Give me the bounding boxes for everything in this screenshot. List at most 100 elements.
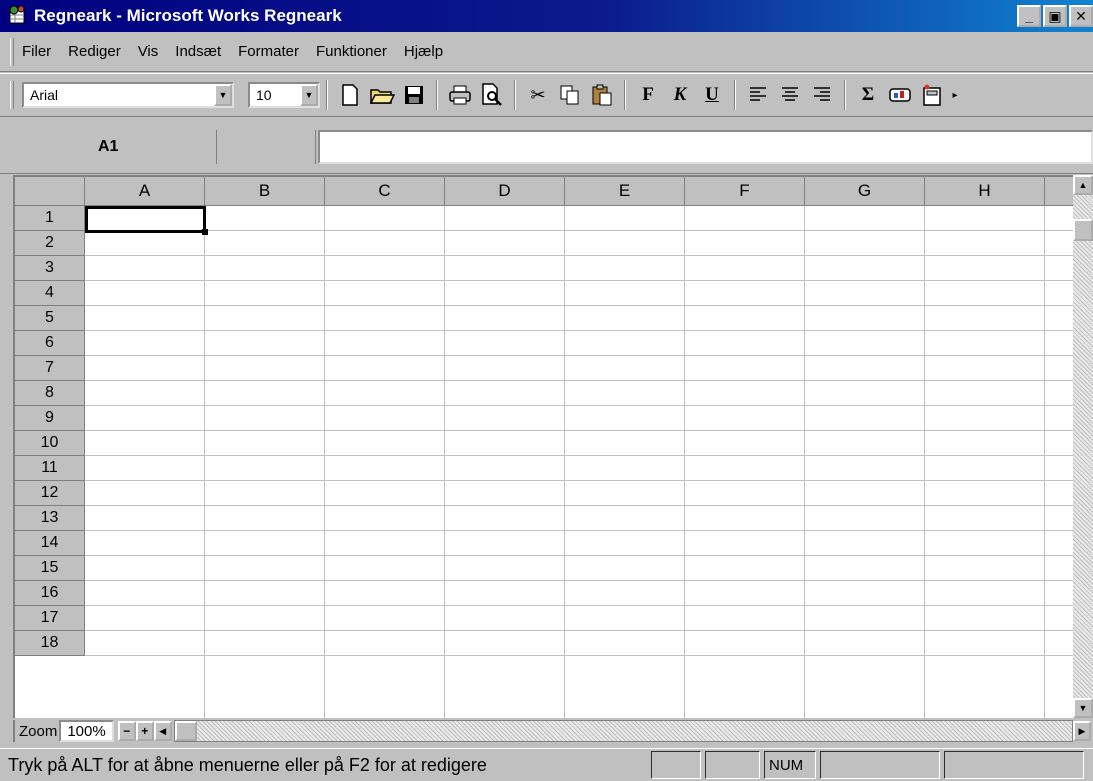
toolbar-grip[interactable]: [10, 81, 14, 109]
column-header-f[interactable]: F: [685, 177, 805, 206]
spreadsheet-grid[interactable]: A B C D E F G H 1 2 3 4 5 6 7 8 9 10 11 12 13 14 15 16 17 18: [13, 175, 1073, 718]
font-size-select[interactable]: 10 ▼: [248, 82, 320, 108]
autosum-button[interactable]: Σ: [854, 81, 882, 109]
formula-input[interactable]: [318, 130, 1093, 164]
row-header-18[interactable]: 18: [15, 631, 85, 656]
works-spreadsheet-icon[interactable]: [6, 5, 28, 27]
column-header-g[interactable]: G: [805, 177, 925, 206]
align-right-icon[interactable]: [808, 81, 836, 109]
menu-funktioner[interactable]: Funktioner: [316, 43, 387, 60]
horizontal-scrollbar[interactable]: [173, 720, 1073, 742]
title-bar[interactable]: Regneark - Microsoft Works Regneark _ ▣ …: [0, 0, 1093, 32]
chevron-down-icon[interactable]: ▼: [300, 84, 318, 106]
open-folder-icon[interactable]: [368, 81, 396, 109]
toolbar-separator: [436, 80, 438, 110]
column-header-d[interactable]: D: [445, 177, 565, 206]
italic-button[interactable]: K: [666, 81, 694, 109]
status-indicator-4: [944, 751, 1084, 779]
font-size-value: 10: [256, 87, 272, 103]
row-header-4[interactable]: 4: [15, 281, 85, 306]
calculator-icon[interactable]: [918, 81, 946, 109]
row-header-17[interactable]: 17: [15, 606, 85, 631]
copy-icon[interactable]: [556, 81, 584, 109]
align-center-icon[interactable]: [776, 81, 804, 109]
print-preview-icon[interactable]: [478, 81, 506, 109]
menu-formater[interactable]: Formater: [238, 43, 299, 60]
select-all-corner[interactable]: [15, 177, 85, 206]
maximize-button[interactable]: ▣: [1043, 5, 1067, 27]
toolbar: Arial ▼ 10 ▼ ✂ F K U Σ ▸: [0, 73, 1093, 117]
row-header-15[interactable]: 15: [15, 556, 85, 581]
menu-hjaelp[interactable]: Hjælp: [404, 43, 443, 60]
scroll-right-button[interactable]: ▶: [1073, 721, 1091, 741]
cell-reference-box[interactable]: A1: [12, 132, 212, 162]
status-indicator-2: [705, 751, 760, 779]
zoom-value[interactable]: 100%: [59, 720, 114, 742]
column-header-h[interactable]: H: [925, 177, 1045, 206]
vertical-scroll-thumb[interactable]: [1073, 219, 1093, 241]
zoom-label: Zoom: [13, 720, 57, 742]
status-indicator-3: [820, 751, 940, 779]
active-cell-a1[interactable]: [85, 206, 208, 235]
menu-filer[interactable]: Filer: [22, 43, 51, 60]
zoom-out-button[interactable]: −: [117, 721, 136, 741]
row-header-1[interactable]: 1: [15, 206, 85, 231]
row-header-11[interactable]: 11: [15, 456, 85, 481]
row-header-5[interactable]: 5: [15, 306, 85, 331]
column-gridline: [1044, 206, 1045, 718]
toolbar-separator: [326, 80, 328, 110]
font-name-select[interactable]: Arial ▼: [22, 82, 234, 108]
scroll-up-button[interactable]: ▲: [1073, 175, 1093, 195]
menu-bar: Filer Rediger Vis Indsæt Formater Funkti…: [0, 32, 1093, 72]
toolbar-separator: [624, 80, 626, 110]
row-header-9[interactable]: 9: [15, 406, 85, 431]
row-header-6[interactable]: 6: [15, 331, 85, 356]
column-gridline: [684, 206, 685, 718]
column-gridline: [324, 206, 325, 718]
zoom-in-button[interactable]: +: [135, 721, 154, 741]
column-header-partial[interactable]: [1045, 177, 1073, 206]
align-left-icon[interactable]: [744, 81, 772, 109]
chart-wizard-icon[interactable]: [886, 81, 914, 109]
column-gridline: [924, 206, 925, 718]
column-gridline: [444, 206, 445, 718]
formula-bar: A1: [0, 118, 1093, 174]
bold-button[interactable]: F: [634, 81, 662, 109]
menu-grip[interactable]: [10, 37, 14, 66]
toolbar-more-icon[interactable]: ▸: [950, 81, 960, 109]
toolbar-separator: [514, 80, 516, 110]
row-header-13[interactable]: 13: [15, 506, 85, 531]
save-icon[interactable]: [400, 81, 428, 109]
cut-icon[interactable]: ✂: [524, 81, 552, 109]
menu-rediger[interactable]: Rediger: [68, 43, 121, 60]
column-header-b[interactable]: B: [205, 177, 325, 206]
new-document-icon[interactable]: [336, 81, 364, 109]
row-header-3[interactable]: 3: [15, 256, 85, 281]
toolbar-separator: [844, 80, 846, 110]
row-header-16[interactable]: 16: [15, 581, 85, 606]
window-title: Regneark - Microsoft Works Regneark: [34, 6, 342, 25]
row-header-12[interactable]: 12: [15, 481, 85, 506]
font-name-value: Arial: [30, 87, 59, 103]
paste-icon[interactable]: [588, 81, 616, 109]
scroll-left-button[interactable]: ◀: [153, 721, 172, 741]
column-header-a[interactable]: A: [85, 177, 205, 206]
print-icon[interactable]: [446, 81, 474, 109]
row-header-8[interactable]: 8: [15, 381, 85, 406]
underline-button[interactable]: U: [698, 81, 726, 109]
horizontal-scroll-thumb[interactable]: [174, 721, 197, 741]
chevron-down-icon[interactable]: ▼: [214, 84, 232, 106]
status-indicator-num: NUM: [764, 751, 816, 779]
column-header-e[interactable]: E: [565, 177, 685, 206]
menu-vis[interactable]: Vis: [138, 43, 159, 60]
menu-indsaet[interactable]: Indsæt: [175, 43, 221, 60]
row-header-7[interactable]: 7: [15, 356, 85, 381]
minimize-button[interactable]: _: [1017, 5, 1041, 27]
row-header-10[interactable]: 10: [15, 431, 85, 456]
close-button[interactable]: ✕: [1069, 5, 1093, 27]
column-header-c[interactable]: C: [325, 177, 445, 206]
vertical-scrollbar[interactable]: ▲ ▼: [1073, 175, 1093, 718]
scroll-down-button[interactable]: ▼: [1073, 698, 1093, 718]
row-header-2[interactable]: 2: [15, 231, 85, 256]
row-header-14[interactable]: 14: [15, 531, 85, 556]
